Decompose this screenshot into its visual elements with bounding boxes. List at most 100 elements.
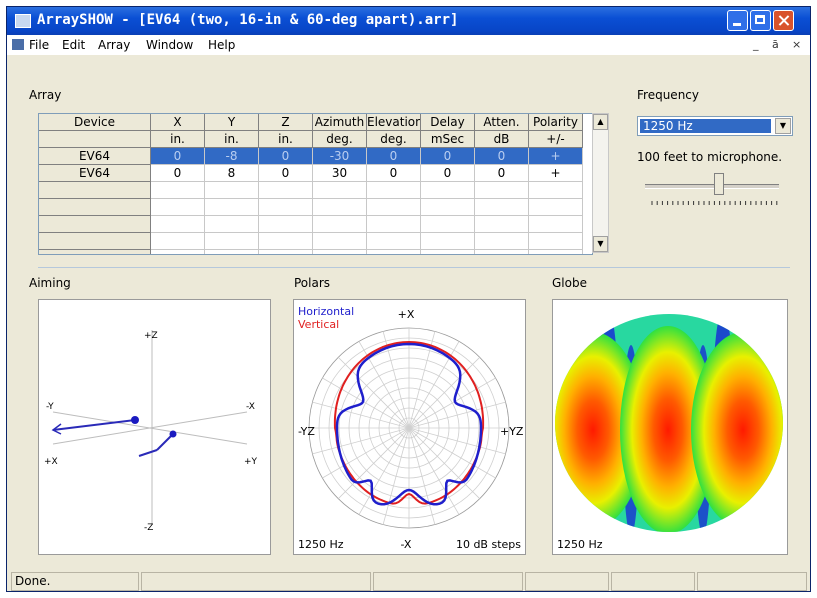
table-cell[interactable]: 0 xyxy=(475,148,529,165)
document-icon[interactable] xyxy=(12,39,24,50)
table-cell[interactable] xyxy=(421,199,475,216)
table-cell[interactable] xyxy=(529,182,583,199)
table-cell[interactable] xyxy=(367,182,421,199)
array-grid[interactable]: Device Xin. Yin. Zin. Azimuth deg. Elevation de… xyxy=(38,113,593,255)
column-unit[interactable]: +/- xyxy=(529,131,583,148)
table-cell[interactable]: -30 xyxy=(313,148,367,165)
column-header[interactable]: Atten. xyxy=(475,114,529,131)
table-cell[interactable] xyxy=(475,233,529,250)
menu-file[interactable]: File xyxy=(29,38,49,52)
globe-view[interactable]: 1250 Hz xyxy=(552,299,788,555)
distance-slider-thumb[interactable] xyxy=(713,173,724,195)
minimize-button[interactable] xyxy=(727,10,748,31)
table-cell[interactable] xyxy=(421,182,475,199)
table-cell[interactable] xyxy=(205,250,259,254)
row-header[interactable] xyxy=(39,182,151,199)
table-cell[interactable] xyxy=(313,233,367,250)
table-cell[interactable] xyxy=(529,216,583,233)
table-cell[interactable] xyxy=(205,199,259,216)
table-cell[interactable] xyxy=(529,233,583,250)
table-cell[interactable]: 8 xyxy=(205,165,259,182)
menu-array[interactable]: Array xyxy=(98,38,130,52)
table-cell[interactable] xyxy=(529,250,583,254)
table-cell[interactable] xyxy=(259,250,313,254)
table-cell[interactable] xyxy=(259,182,313,199)
column-unit[interactable]: in. xyxy=(259,131,313,148)
table-cell[interactable] xyxy=(367,250,421,254)
table-cell[interactable] xyxy=(529,199,583,216)
table-cell[interactable]: 0 xyxy=(367,148,421,165)
column-unit[interactable]: deg. xyxy=(367,131,421,148)
table-cell[interactable] xyxy=(151,182,205,199)
table-cell[interactable] xyxy=(421,233,475,250)
table-cell[interactable] xyxy=(475,182,529,199)
row-header[interactable] xyxy=(39,250,151,254)
table-cell[interactable] xyxy=(367,216,421,233)
column-unit[interactable]: deg. xyxy=(313,131,367,148)
column-header[interactable]: Delay xyxy=(421,114,475,131)
polars-view[interactable]: +X -X -YZ +YZ Horizontal Vertical 1250 H… xyxy=(293,299,526,555)
row-header[interactable]: EV64 xyxy=(39,148,151,165)
table-cell[interactable] xyxy=(313,182,367,199)
table-cell[interactable] xyxy=(259,216,313,233)
column-header[interactable]: Polarity xyxy=(529,114,583,131)
table-cell[interactable]: 0 xyxy=(151,165,205,182)
table-cell[interactable] xyxy=(313,199,367,216)
table-cell[interactable]: 0 xyxy=(367,165,421,182)
aiming-view[interactable]: +Z -Z -Y +Y -X +X xyxy=(38,299,271,555)
table-cell[interactable] xyxy=(475,199,529,216)
menu-edit[interactable]: Edit xyxy=(62,38,85,52)
column-unit[interactable] xyxy=(39,131,151,148)
column-header[interactable]: Y xyxy=(205,114,259,131)
row-header[interactable] xyxy=(39,199,151,216)
menu-window[interactable]: Window xyxy=(146,38,193,52)
table-cell[interactable] xyxy=(151,250,205,254)
column-header[interactable]: X xyxy=(151,114,205,131)
frequency-select[interactable]: 1250 Hz ▼ xyxy=(637,116,793,136)
table-cell[interactable]: 0 xyxy=(421,165,475,182)
table-cell[interactable] xyxy=(205,216,259,233)
table-cell[interactable] xyxy=(259,199,313,216)
mdi-restore-button[interactable]: ā xyxy=(772,38,779,51)
column-unit[interactable]: in. xyxy=(151,131,205,148)
table-cell[interactable]: 0 xyxy=(259,165,313,182)
title-bar[interactable]: ArraySHOW - [EV64 (two, 16-in & 60-deg a… xyxy=(7,7,810,35)
table-cell[interactable]: + xyxy=(529,148,583,165)
table-cell[interactable] xyxy=(475,250,529,254)
table-cell[interactable] xyxy=(151,233,205,250)
maximize-button[interactable] xyxy=(750,10,771,31)
distance-slider-track[interactable] xyxy=(645,184,779,189)
scroll-down-button[interactable]: ▼ xyxy=(593,236,608,252)
table-cell[interactable]: -8 xyxy=(205,148,259,165)
menu-help[interactable]: Help xyxy=(208,38,235,52)
row-header[interactable]: EV64 xyxy=(39,165,151,182)
table-cell[interactable] xyxy=(367,199,421,216)
table-cell[interactable]: 0 xyxy=(421,148,475,165)
table-cell[interactable]: + xyxy=(529,165,583,182)
column-unit[interactable]: dB xyxy=(475,131,529,148)
table-cell[interactable]: 30 xyxy=(313,165,367,182)
row-header[interactable] xyxy=(39,233,151,250)
table-cell[interactable]: 0 xyxy=(475,165,529,182)
chevron-down-icon[interactable]: ▼ xyxy=(775,118,791,134)
table-cell[interactable] xyxy=(205,233,259,250)
column-unit[interactable]: mSec xyxy=(421,131,475,148)
table-cell[interactable]: 0 xyxy=(151,148,205,165)
mdi-minimize-button[interactable]: _ xyxy=(753,38,759,51)
column-header[interactable]: Elevation xyxy=(367,114,421,131)
table-cell[interactable]: 0 xyxy=(259,148,313,165)
table-cell[interactable] xyxy=(151,199,205,216)
scroll-up-button[interactable]: ▲ xyxy=(593,114,608,130)
column-header[interactable]: Azimuth xyxy=(313,114,367,131)
table-cell[interactable] xyxy=(259,233,313,250)
table-cell[interactable] xyxy=(475,216,529,233)
table-cell[interactable] xyxy=(421,216,475,233)
table-cell[interactable] xyxy=(421,250,475,254)
table-cell[interactable] xyxy=(205,182,259,199)
table-cell[interactable] xyxy=(313,216,367,233)
table-cell[interactable] xyxy=(151,216,205,233)
column-header[interactable]: Device xyxy=(39,114,151,131)
column-header[interactable]: Z xyxy=(259,114,313,131)
mdi-close-button[interactable]: × xyxy=(792,38,801,51)
column-unit[interactable]: in. xyxy=(205,131,259,148)
